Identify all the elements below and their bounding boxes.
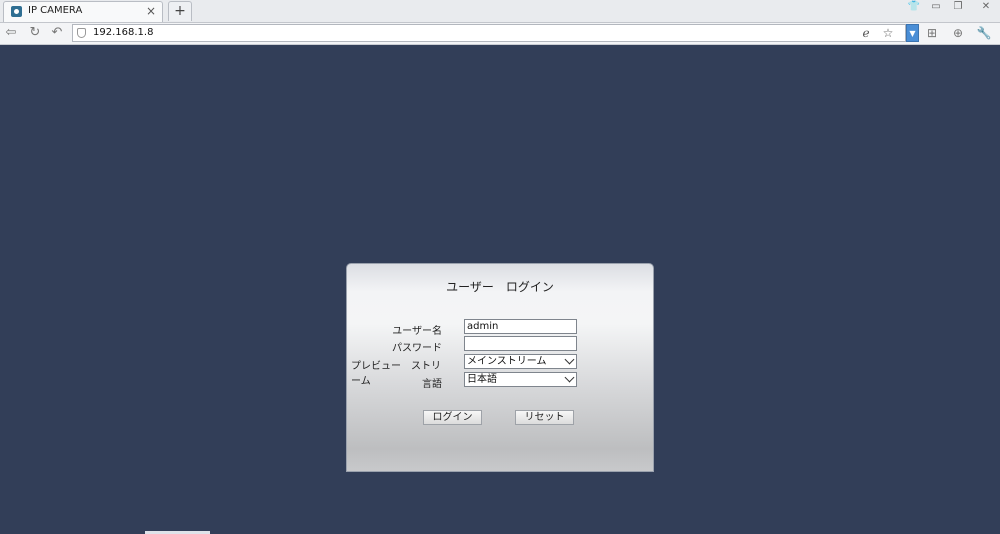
tab-title: IP CAMERA [28,5,83,16]
restore-icon[interactable]: ❐ [948,0,968,14]
login-title: ユーザー ログイン [446,280,554,294]
chevron-down-icon [564,372,575,383]
address-text: 192.168.1.8 [93,27,154,38]
navigation-toolbar: ⇦ ↻ ↶ 192.168.1.8 ℯ ☆ ▼ ⊞ ⊕ 🔧 [0,22,1000,44]
camera-icon [11,6,22,17]
address-bar[interactable]: 192.168.1.8 ℯ ☆ [72,24,906,42]
login-button[interactable]: ログイン [423,410,482,425]
stream-select[interactable]: メインストリーム [464,354,577,369]
undo-icon[interactable]: ↶ [48,24,66,42]
chevron-down-icon[interactable]: ▼ [906,24,919,42]
chevron-down-icon [564,354,575,365]
shirt-icon[interactable]: 👕 [904,0,924,14]
password-label: パスワード [392,343,442,354]
new-tab-button[interactable]: + [168,1,192,21]
tab-ip-camera[interactable]: IP CAMERA × [3,1,163,22]
login-panel: ユーザー ログイン ユーザー名 admin パスワード プレビュー ストリーム … [346,263,654,472]
shield-icon [77,28,86,38]
language-select[interactable]: 日本語 [464,372,577,387]
username-field[interactable]: admin [464,319,577,334]
reload-icon[interactable]: ↻ [26,24,44,42]
username-label: ユーザー名 [392,326,442,337]
close-tab-icon[interactable]: × [146,4,156,18]
browser-chrome: IP CAMERA × + 👕 ▭ ❐ ✕ ⇦ ↻ ↶ 192.168.1.8 … [0,0,1000,45]
minimize-icon[interactable]: ▭ [926,0,946,14]
ie-mode-icon[interactable]: ℯ [857,25,875,41]
tools-icon[interactable]: 🔧 [974,24,994,42]
star-icon[interactable]: ☆ [879,25,897,41]
password-field[interactable] [464,336,577,351]
language-label: 言語 [422,379,442,390]
zoom-icon[interactable]: ⊕ [948,24,968,42]
tab-strip: IP CAMERA × + 👕 ▭ ❐ ✕ [0,0,1000,23]
reset-button[interactable]: リセット [515,410,574,425]
close-window-icon[interactable]: ✕ [976,0,996,14]
back-icon[interactable]: ⇦ [2,24,20,42]
stream-select-value: メインストリーム [467,356,547,367]
language-select-value: 日本語 [467,374,497,385]
grid-icon[interactable]: ⊞ [922,24,942,42]
